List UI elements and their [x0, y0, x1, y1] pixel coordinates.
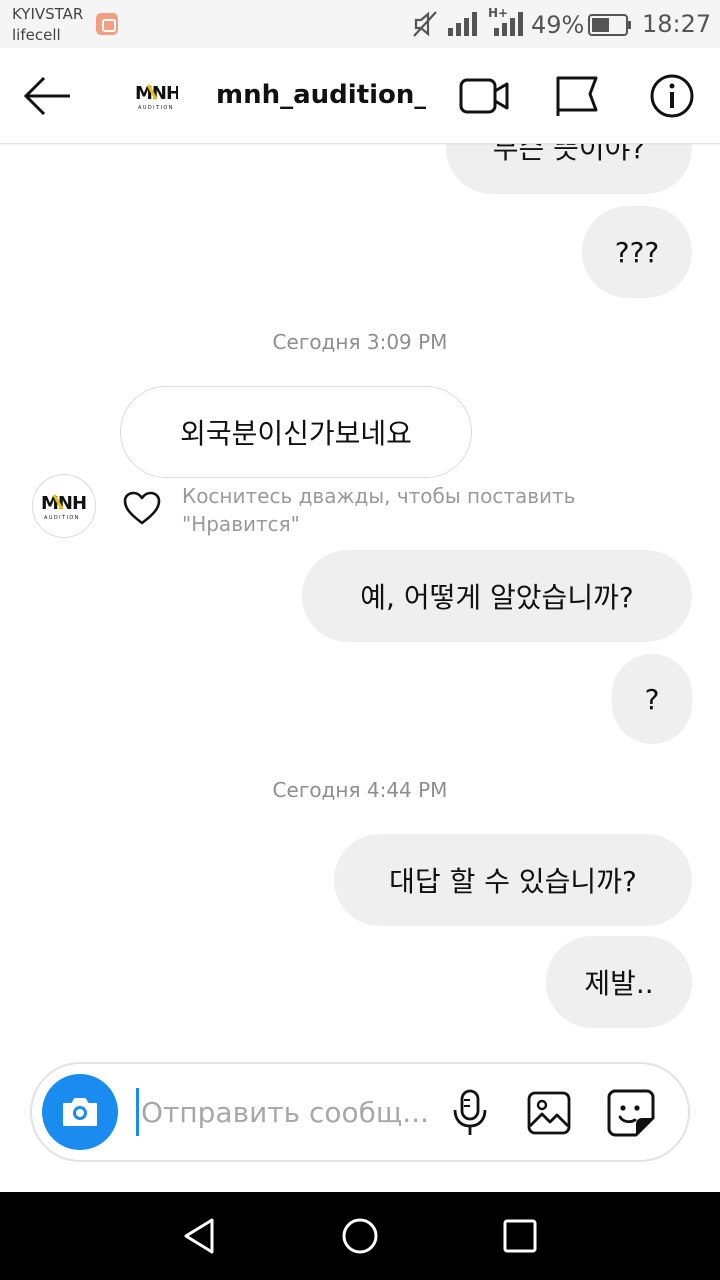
mnh-logo-icon: MNH AUDITION [135, 83, 178, 111]
info-icon[interactable] [648, 72, 696, 120]
battery-icon [588, 14, 631, 36]
nav-back-icon[interactable] [180, 1216, 220, 1256]
microphone-icon[interactable] [450, 1088, 490, 1138]
outgoing-message[interactable]: 제발.. [546, 936, 692, 1028]
clock: 18:27 [642, 10, 712, 38]
incoming-message[interactable]: 외국분이신가보네요 [120, 386, 472, 478]
outgoing-message[interactable]: 예, 어떻게 알았습니까? [302, 550, 692, 642]
like-hint: Коснитесь дважды, чтобы поставить "Нрави… [182, 482, 642, 538]
svg-text:MNH: MNH [135, 83, 178, 104]
message-timestamp: Сегодня 4:44 PM [272, 778, 448, 802]
flag-icon[interactable] [554, 74, 600, 118]
mute-icon [413, 11, 437, 37]
outgoing-message[interactable]: ? [612, 654, 692, 744]
svg-text:AUDITION: AUDITION [138, 105, 174, 111]
svg-text:MNH: MNH [41, 493, 86, 514]
outgoing-message[interactable]: 무슨 뜻이야? [446, 144, 692, 194]
video-call-icon[interactable] [458, 76, 510, 116]
sticker-icon[interactable] [606, 1088, 656, 1138]
mnh-logo-icon: MNH AUDITION [41, 493, 87, 521]
like-hint-line-1: Коснитесь дважды, чтобы поставить [182, 484, 576, 508]
heart-icon[interactable] [122, 490, 162, 526]
nav-home-icon[interactable] [340, 1216, 380, 1256]
message-composer [30, 1062, 690, 1162]
message-thread[interactable]: 무슨 뜻이야? ??? Сегодня 3:09 PM 외국분이신가보네요 MN… [0, 144, 720, 1044]
message-input[interactable] [136, 1088, 426, 1136]
svg-text:AUDITION: AUDITION [44, 515, 80, 521]
nav-recent-apps-icon[interactable] [502, 1218, 538, 1254]
outgoing-message[interactable]: 대답 할 수 있습니까? [334, 834, 692, 926]
back-arrow-icon[interactable] [20, 74, 76, 118]
carrier-name-primary: KYIVSTAR [12, 5, 84, 23]
battery-percentage: 49% [531, 11, 585, 39]
camera-button[interactable] [42, 1074, 118, 1150]
sender-avatar[interactable]: MNH AUDITION [32, 474, 96, 538]
signal-strength-secondary-icon [494, 12, 523, 36]
like-hint-line-2: "Нравится" [182, 512, 300, 536]
outgoing-message[interactable]: ??? [582, 206, 692, 298]
chat-header: MNH AUDITION mnh_audition_... [0, 48, 720, 144]
system-navigation-bar [0, 1192, 720, 1280]
conversation-title[interactable]: mnh_audition_... [216, 80, 426, 110]
conversation-avatar[interactable]: MNH AUDITION [132, 72, 180, 120]
message-timestamp: Сегодня 3:09 PM [272, 330, 448, 354]
notification-app-icon [96, 13, 118, 35]
carrier-name-secondary: lifecell [12, 26, 61, 44]
gallery-icon[interactable] [526, 1090, 572, 1136]
camera-icon [63, 1098, 97, 1126]
status-bar: KYIVSTAR lifecell H+ 49% 18:27 [0, 0, 720, 48]
signal-strength-icon [448, 12, 477, 36]
